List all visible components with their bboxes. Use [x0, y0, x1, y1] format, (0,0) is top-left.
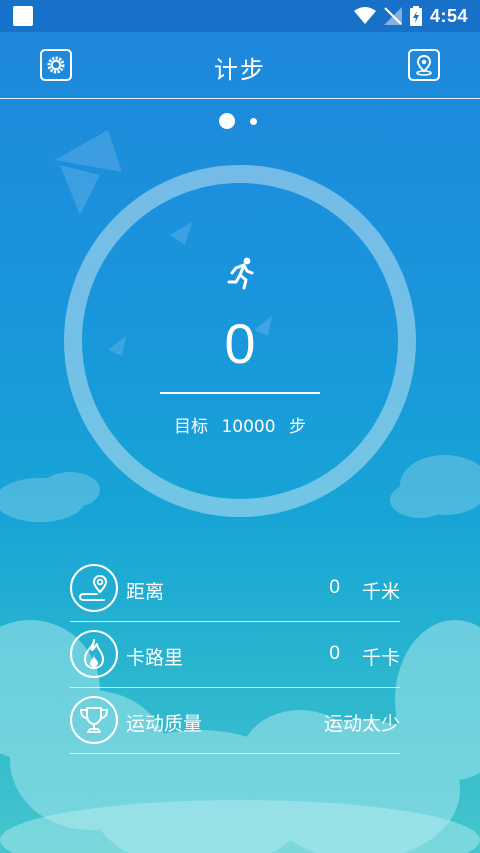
stat-row-quality: 运动质量 运动太少	[70, 688, 400, 754]
status-bar: 4:54	[0, 0, 480, 32]
battery-charging-icon	[409, 6, 422, 26]
distance-label: 距离	[126, 581, 165, 603]
app-header: 计步	[0, 32, 480, 99]
calories-value: 0	[329, 643, 340, 664]
ring-divider	[160, 392, 320, 394]
step-goal: 目标 10000 步	[0, 412, 480, 437]
stat-row-distance: 距离 0 千米	[70, 556, 400, 622]
goal-value: 10000	[221, 417, 276, 437]
calories-unit: 千卡	[361, 647, 400, 669]
stats-list: 距离 0 千米 卡路里 0 千卡 运动质量 运动太少	[70, 556, 400, 754]
location-button[interactable]	[408, 49, 440, 81]
running-man-icon	[227, 257, 254, 290]
no-signal-icon	[383, 7, 402, 25]
distance-unit: 千米	[361, 581, 400, 603]
step-count: 0	[224, 312, 256, 375]
wifi-icon	[353, 7, 376, 24]
distance-value: 0	[329, 577, 340, 598]
calories-icon-badge	[70, 630, 118, 678]
quality-icon-badge	[70, 696, 118, 744]
notification-icon	[13, 6, 33, 26]
quality-value: 运动太少	[323, 713, 400, 735]
trophy-icon	[79, 707, 109, 733]
status-icons: 4:54	[353, 4, 468, 28]
distance-icon-badge	[70, 564, 118, 612]
map-pin-icon	[78, 574, 108, 601]
map-pin-icon	[416, 54, 432, 76]
page-dot[interactable]	[250, 118, 257, 125]
page-dot-active[interactable]	[219, 113, 235, 129]
status-time: 4:54	[429, 5, 468, 26]
flame-icon	[84, 639, 104, 669]
goal-label: 目标	[174, 417, 209, 437]
page-indicator	[0, 113, 480, 129]
goal-unit: 步	[288, 417, 306, 437]
calories-label: 卡路里	[126, 647, 184, 669]
quality-label: 运动质量	[126, 713, 203, 735]
stat-row-calories: 卡路里 0 千卡	[70, 622, 400, 688]
